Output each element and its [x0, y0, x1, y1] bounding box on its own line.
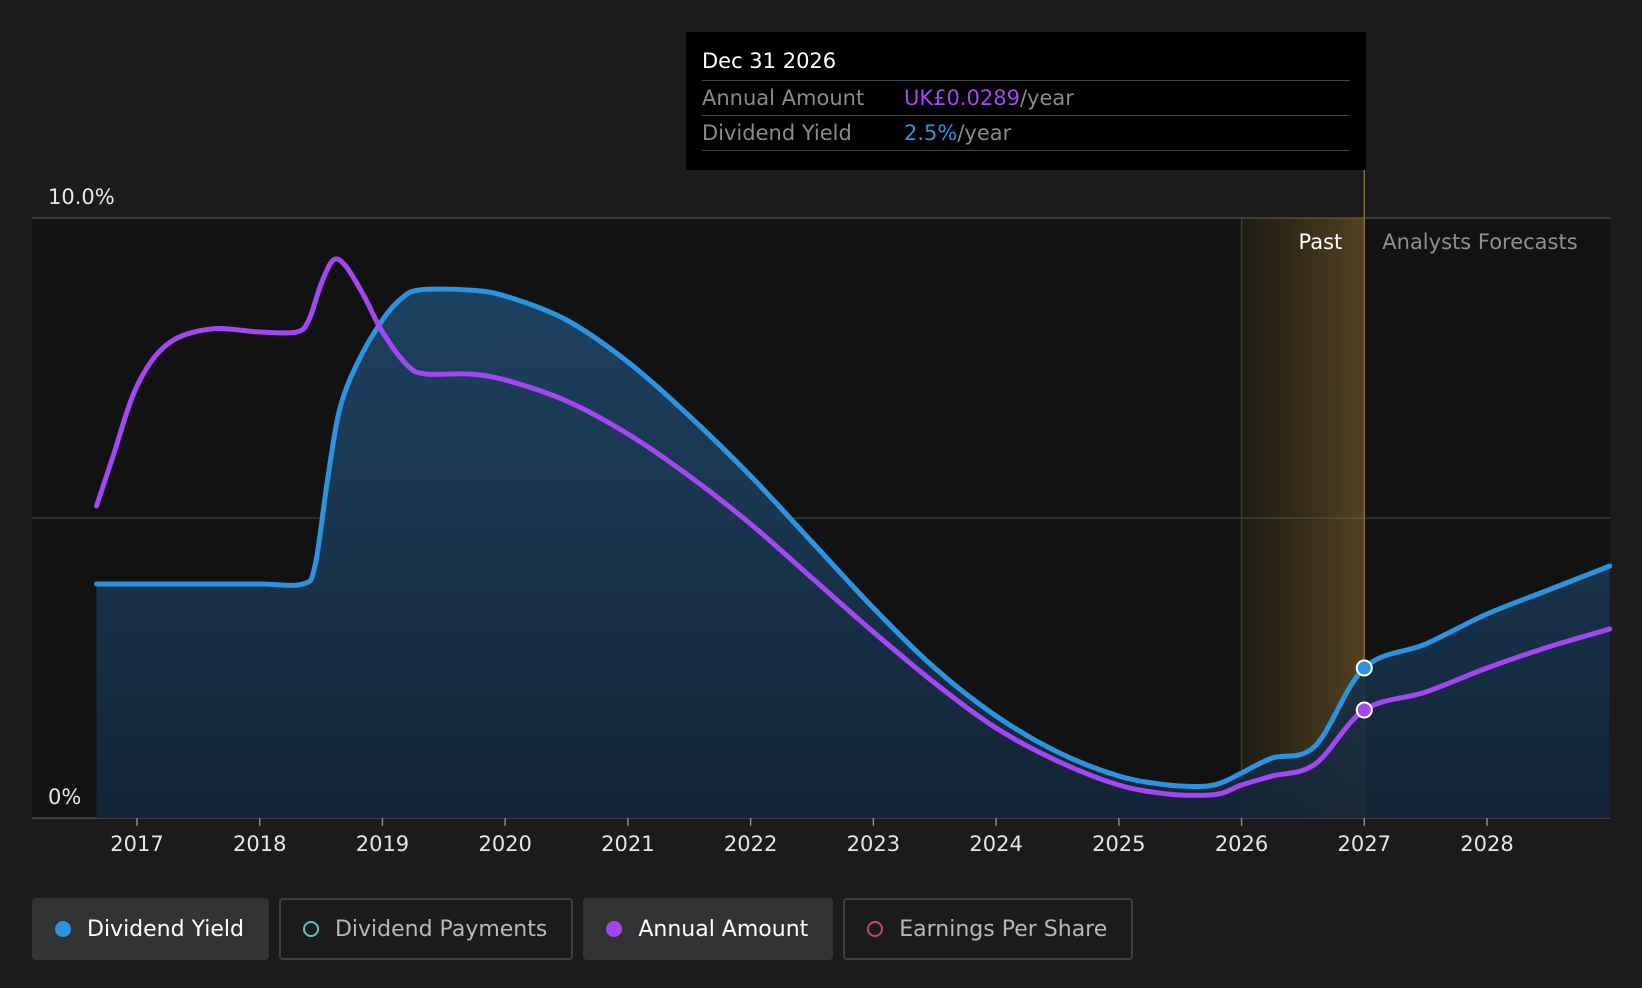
annual-amount-dot-icon	[606, 921, 623, 937]
dividend-yield-dot-icon	[55, 921, 71, 937]
legend-dividend-payments[interactable]: Dividend Payments	[278, 898, 574, 960]
annual-amount-marker	[1355, 701, 1373, 719]
tooltip-label: Annual Amount	[702, 86, 865, 110]
tooltip-date: Dec 31 2026	[702, 46, 1350, 81]
legend-annual-amount[interactable]: Annual Amount	[583, 898, 834, 960]
x-tick-label: 2017	[110, 832, 163, 856]
x-tick-label: 2019	[356, 832, 409, 856]
tooltip-label: Dividend Yield	[702, 121, 852, 145]
x-tick-label: 2022	[724, 832, 777, 856]
legend: Dividend Yield Dividend Payments Annual …	[32, 898, 1134, 960]
legend-label: Earnings Per Share	[899, 916, 1108, 942]
x-tick-label: 2025	[1092, 832, 1145, 856]
earnings-per-share-ring-icon	[867, 921, 884, 937]
tooltip-row-dividend-yield: Dividend Yield 2.5% /year	[702, 116, 1350, 151]
x-tick-label: 2027	[1338, 832, 1391, 856]
legend-label: Dividend Payments	[334, 916, 548, 942]
tooltip-row-annual-amount: Annual Amount UK£0.0289 /year	[702, 81, 1350, 116]
past-label: Past	[1299, 230, 1343, 254]
tooltip-value: 2.5%	[904, 121, 958, 145]
x-tick-label: 2028	[1460, 832, 1513, 856]
y-tick-label: 10.0%	[48, 185, 115, 209]
dividend-yield-marker	[1355, 659, 1373, 677]
dividend-payments-ring-icon	[302, 921, 319, 937]
tooltip-unit: /year	[1019, 86, 1074, 110]
x-tick-label: 2023	[847, 832, 900, 856]
legend-earnings-per-share[interactable]: Earnings Per Share	[843, 898, 1134, 960]
x-tick-label: 2018	[233, 832, 286, 856]
tooltip-value: UK£0.0289	[904, 86, 1020, 110]
x-tick-label: 2021	[601, 832, 654, 856]
tooltip-unit: /year	[957, 121, 1012, 145]
legend-label: Annual Amount	[638, 916, 809, 942]
tooltip: Dec 31 2026 Annual Amount UK£0.0289 /yea…	[686, 32, 1366, 170]
x-tick-label: 2026	[1215, 832, 1268, 856]
x-tick-label: 2020	[478, 832, 531, 856]
legend-dividend-yield[interactable]: Dividend Yield	[32, 898, 269, 960]
analysts-forecasts-label: Analysts Forecasts	[1382, 230, 1577, 254]
legend-label: Dividend Yield	[87, 916, 244, 942]
x-tick-label: 2024	[969, 832, 1022, 856]
y-tick-label: 0%	[48, 785, 81, 809]
